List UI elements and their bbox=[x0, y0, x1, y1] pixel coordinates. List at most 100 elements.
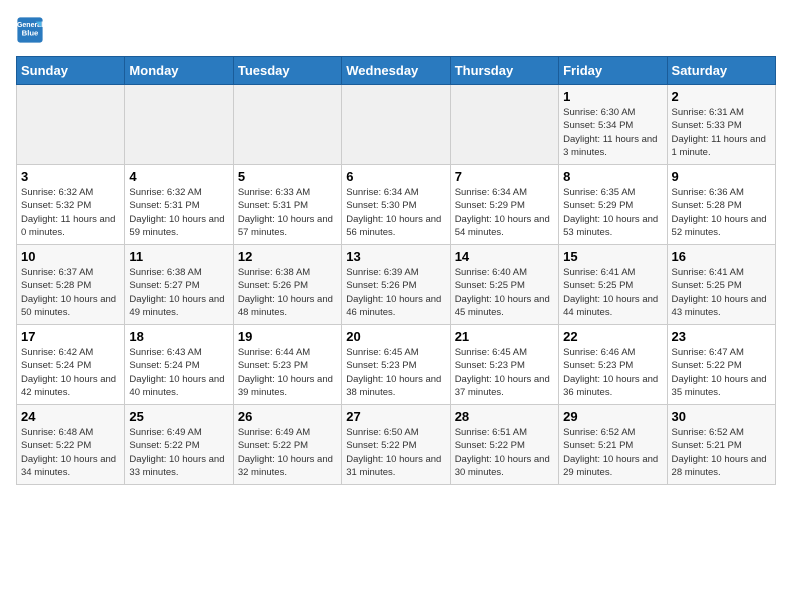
weekday-header-sunday: Sunday bbox=[17, 57, 125, 85]
day-number: 20 bbox=[346, 329, 445, 344]
day-info: Sunrise: 6:32 AM Sunset: 5:31 PM Dayligh… bbox=[129, 186, 228, 239]
calendar-cell: 21Sunrise: 6:45 AM Sunset: 5:23 PM Dayli… bbox=[450, 325, 558, 405]
day-info: Sunrise: 6:34 AM Sunset: 5:30 PM Dayligh… bbox=[346, 186, 445, 239]
day-number: 19 bbox=[238, 329, 337, 344]
day-info: Sunrise: 6:34 AM Sunset: 5:29 PM Dayligh… bbox=[455, 186, 554, 239]
day-number: 7 bbox=[455, 169, 554, 184]
weekday-header-tuesday: Tuesday bbox=[233, 57, 341, 85]
calendar-cell bbox=[342, 85, 450, 165]
calendar-week-row: 24 Sunrise: 6:48 AM Sunset: 5:22 PM Dayli… bbox=[17, 405, 776, 485]
day-number: 22 bbox=[563, 329, 662, 344]
day-info: Sunrise: 6:45 AM Sunset: 5:23 PM Dayligh… bbox=[346, 346, 445, 399]
calendar-cell: 27 Sunrise: 6:50 AM Sunset: 5:22 PM Dayli… bbox=[342, 405, 450, 485]
calendar-cell: 3 Sunrise: 6:32 AM Sunset: 5:32 PM Daylig… bbox=[17, 165, 125, 245]
day-info: Sunrise: 6:32 AM Sunset: 5:32 PM Dayligh… bbox=[21, 186, 120, 239]
calendar-week-row: 1 Sunrise: 6:30 AM Sunset: 5:34 PM Daylig… bbox=[17, 85, 776, 165]
day-info: Sunrise: 6:36 AM Sunset: 5:28 PM Dayligh… bbox=[672, 186, 771, 239]
calendar-cell: 7 Sunrise: 6:34 AM Sunset: 5:29 PM Daylig… bbox=[450, 165, 558, 245]
day-info: Sunrise: 6:43 AM Sunset: 5:24 PM Dayligh… bbox=[129, 346, 228, 399]
day-info: Sunrise: 6:39 AM Sunset: 5:26 PM Dayligh… bbox=[346, 266, 445, 319]
calendar-cell: 23Sunrise: 6:47 AM Sunset: 5:22 PM Dayli… bbox=[667, 325, 775, 405]
day-info: Sunrise: 6:51 AM Sunset: 5:22 PM Dayligh… bbox=[455, 426, 554, 479]
day-number: 11 bbox=[129, 249, 228, 264]
top-row: General Blue bbox=[16, 16, 776, 48]
weekday-header-saturday: Saturday bbox=[667, 57, 775, 85]
calendar-cell: 24 Sunrise: 6:48 AM Sunset: 5:22 PM Dayli… bbox=[17, 405, 125, 485]
day-number: 30 bbox=[672, 409, 771, 424]
logo: General Blue bbox=[16, 16, 48, 44]
calendar-cell: 22 Sunrise: 6:46 AM Sunset: 5:23 PM Dayli… bbox=[559, 325, 667, 405]
day-number: 9 bbox=[672, 169, 771, 184]
day-info: Sunrise: 6:49 AM Sunset: 5:22 PM Dayligh… bbox=[129, 426, 228, 479]
calendar-cell: 17 Sunrise: 6:42 AM Sunset: 5:24 PM Dayli… bbox=[17, 325, 125, 405]
day-info: Sunrise: 6:38 AM Sunset: 5:26 PM Dayligh… bbox=[238, 266, 337, 319]
day-info: Sunrise: 6:41 AM Sunset: 5:25 PM Dayligh… bbox=[563, 266, 662, 319]
day-number: 14 bbox=[455, 249, 554, 264]
day-info: Sunrise: 6:49 AM Sunset: 5:22 PM Dayligh… bbox=[238, 426, 337, 479]
weekday-header-row: SundayMondayTuesdayWednesdayThursdayFrid… bbox=[17, 57, 776, 85]
calendar-cell: 8 Sunrise: 6:35 AM Sunset: 5:29 PM Daylig… bbox=[559, 165, 667, 245]
day-number: 28 bbox=[455, 409, 554, 424]
calendar-cell: 5 Sunrise: 6:33 AM Sunset: 5:31 PM Daylig… bbox=[233, 165, 341, 245]
calendar-cell bbox=[17, 85, 125, 165]
day-info: Sunrise: 6:30 AM Sunset: 5:34 PM Dayligh… bbox=[563, 106, 662, 159]
calendar-cell bbox=[125, 85, 233, 165]
calendar-cell: 2 Sunrise: 6:31 AM Sunset: 5:33 PM Daylig… bbox=[667, 85, 775, 165]
day-number: 8 bbox=[563, 169, 662, 184]
calendar-cell: 11 Sunrise: 6:38 AM Sunset: 5:27 PM Dayli… bbox=[125, 245, 233, 325]
calendar-cell: 1 Sunrise: 6:30 AM Sunset: 5:34 PM Daylig… bbox=[559, 85, 667, 165]
day-number: 27 bbox=[346, 409, 445, 424]
day-number: 13 bbox=[346, 249, 445, 264]
day-number: 1 bbox=[563, 89, 662, 104]
calendar-cell: 18 Sunrise: 6:43 AM Sunset: 5:24 PM Dayli… bbox=[125, 325, 233, 405]
calendar-cell bbox=[450, 85, 558, 165]
day-info: Sunrise: 6:37 AM Sunset: 5:28 PM Dayligh… bbox=[21, 266, 120, 319]
calendar-cell: 16 Sunrise: 6:41 AM Sunset: 5:25 PM Dayli… bbox=[667, 245, 775, 325]
day-number: 5 bbox=[238, 169, 337, 184]
calendar-cell: 14Sunrise: 6:40 AM Sunset: 5:25 PM Dayli… bbox=[450, 245, 558, 325]
generalblue-logo-icon: General Blue bbox=[16, 16, 44, 44]
day-info: Sunrise: 6:50 AM Sunset: 5:22 PM Dayligh… bbox=[346, 426, 445, 479]
day-info: Sunrise: 6:52 AM Sunset: 5:21 PM Dayligh… bbox=[672, 426, 771, 479]
calendar-table: SundayMondayTuesdayWednesdayThursdayFrid… bbox=[16, 56, 776, 485]
calendar-cell: 6Sunrise: 6:34 AM Sunset: 5:30 PM Daylig… bbox=[342, 165, 450, 245]
day-info: Sunrise: 6:52 AM Sunset: 5:21 PM Dayligh… bbox=[563, 426, 662, 479]
day-number: 25 bbox=[129, 409, 228, 424]
day-number: 24 bbox=[21, 409, 120, 424]
day-info: Sunrise: 6:33 AM Sunset: 5:31 PM Dayligh… bbox=[238, 186, 337, 239]
calendar-cell: 4 Sunrise: 6:32 AM Sunset: 5:31 PM Daylig… bbox=[125, 165, 233, 245]
calendar-cell: 9 Sunrise: 6:36 AM Sunset: 5:28 PM Daylig… bbox=[667, 165, 775, 245]
calendar-cell: 20 Sunrise: 6:45 AM Sunset: 5:23 PM Dayli… bbox=[342, 325, 450, 405]
day-number: 4 bbox=[129, 169, 228, 184]
day-info: Sunrise: 6:48 AM Sunset: 5:22 PM Dayligh… bbox=[21, 426, 120, 479]
calendar-cell: 26Sunrise: 6:49 AM Sunset: 5:22 PM Dayli… bbox=[233, 405, 341, 485]
calendar-cell: 10 Sunrise: 6:37 AM Sunset: 5:28 PM Dayli… bbox=[17, 245, 125, 325]
day-info: Sunrise: 6:44 AM Sunset: 5:23 PM Dayligh… bbox=[238, 346, 337, 399]
calendar-cell: 15Sunrise: 6:41 AM Sunset: 5:25 PM Dayli… bbox=[559, 245, 667, 325]
calendar-cell: 19 Sunrise: 6:44 AM Sunset: 5:23 PM Dayli… bbox=[233, 325, 341, 405]
day-info: Sunrise: 6:41 AM Sunset: 5:25 PM Dayligh… bbox=[672, 266, 771, 319]
day-info: Sunrise: 6:42 AM Sunset: 5:24 PM Dayligh… bbox=[21, 346, 120, 399]
svg-text:Blue: Blue bbox=[22, 29, 39, 38]
day-info: Sunrise: 6:35 AM Sunset: 5:29 PM Dayligh… bbox=[563, 186, 662, 239]
calendar-cell: 12 Sunrise: 6:38 AM Sunset: 5:26 PM Dayli… bbox=[233, 245, 341, 325]
day-number: 3 bbox=[21, 169, 120, 184]
day-number: 23 bbox=[672, 329, 771, 344]
calendar-cell: 29Sunrise: 6:52 AM Sunset: 5:21 PM Dayli… bbox=[559, 405, 667, 485]
weekday-header-wednesday: Wednesday bbox=[342, 57, 450, 85]
day-number: 12 bbox=[238, 249, 337, 264]
calendar-week-row: 17 Sunrise: 6:42 AM Sunset: 5:24 PM Dayli… bbox=[17, 325, 776, 405]
day-number: 10 bbox=[21, 249, 120, 264]
calendar-cell: 30 Sunrise: 6:52 AM Sunset: 5:21 PM Dayli… bbox=[667, 405, 775, 485]
day-number: 17 bbox=[21, 329, 120, 344]
calendar-week-row: 10 Sunrise: 6:37 AM Sunset: 5:28 PM Dayli… bbox=[17, 245, 776, 325]
day-number: 18 bbox=[129, 329, 228, 344]
day-info: Sunrise: 6:38 AM Sunset: 5:27 PM Dayligh… bbox=[129, 266, 228, 319]
day-info: Sunrise: 6:31 AM Sunset: 5:33 PM Dayligh… bbox=[672, 106, 771, 159]
calendar-week-row: 3 Sunrise: 6:32 AM Sunset: 5:32 PM Daylig… bbox=[17, 165, 776, 245]
day-number: 16 bbox=[672, 249, 771, 264]
day-number: 21 bbox=[455, 329, 554, 344]
day-number: 2 bbox=[672, 89, 771, 104]
day-info: Sunrise: 6:46 AM Sunset: 5:23 PM Dayligh… bbox=[563, 346, 662, 399]
calendar-cell: 13 Sunrise: 6:39 AM Sunset: 5:26 PM Dayli… bbox=[342, 245, 450, 325]
